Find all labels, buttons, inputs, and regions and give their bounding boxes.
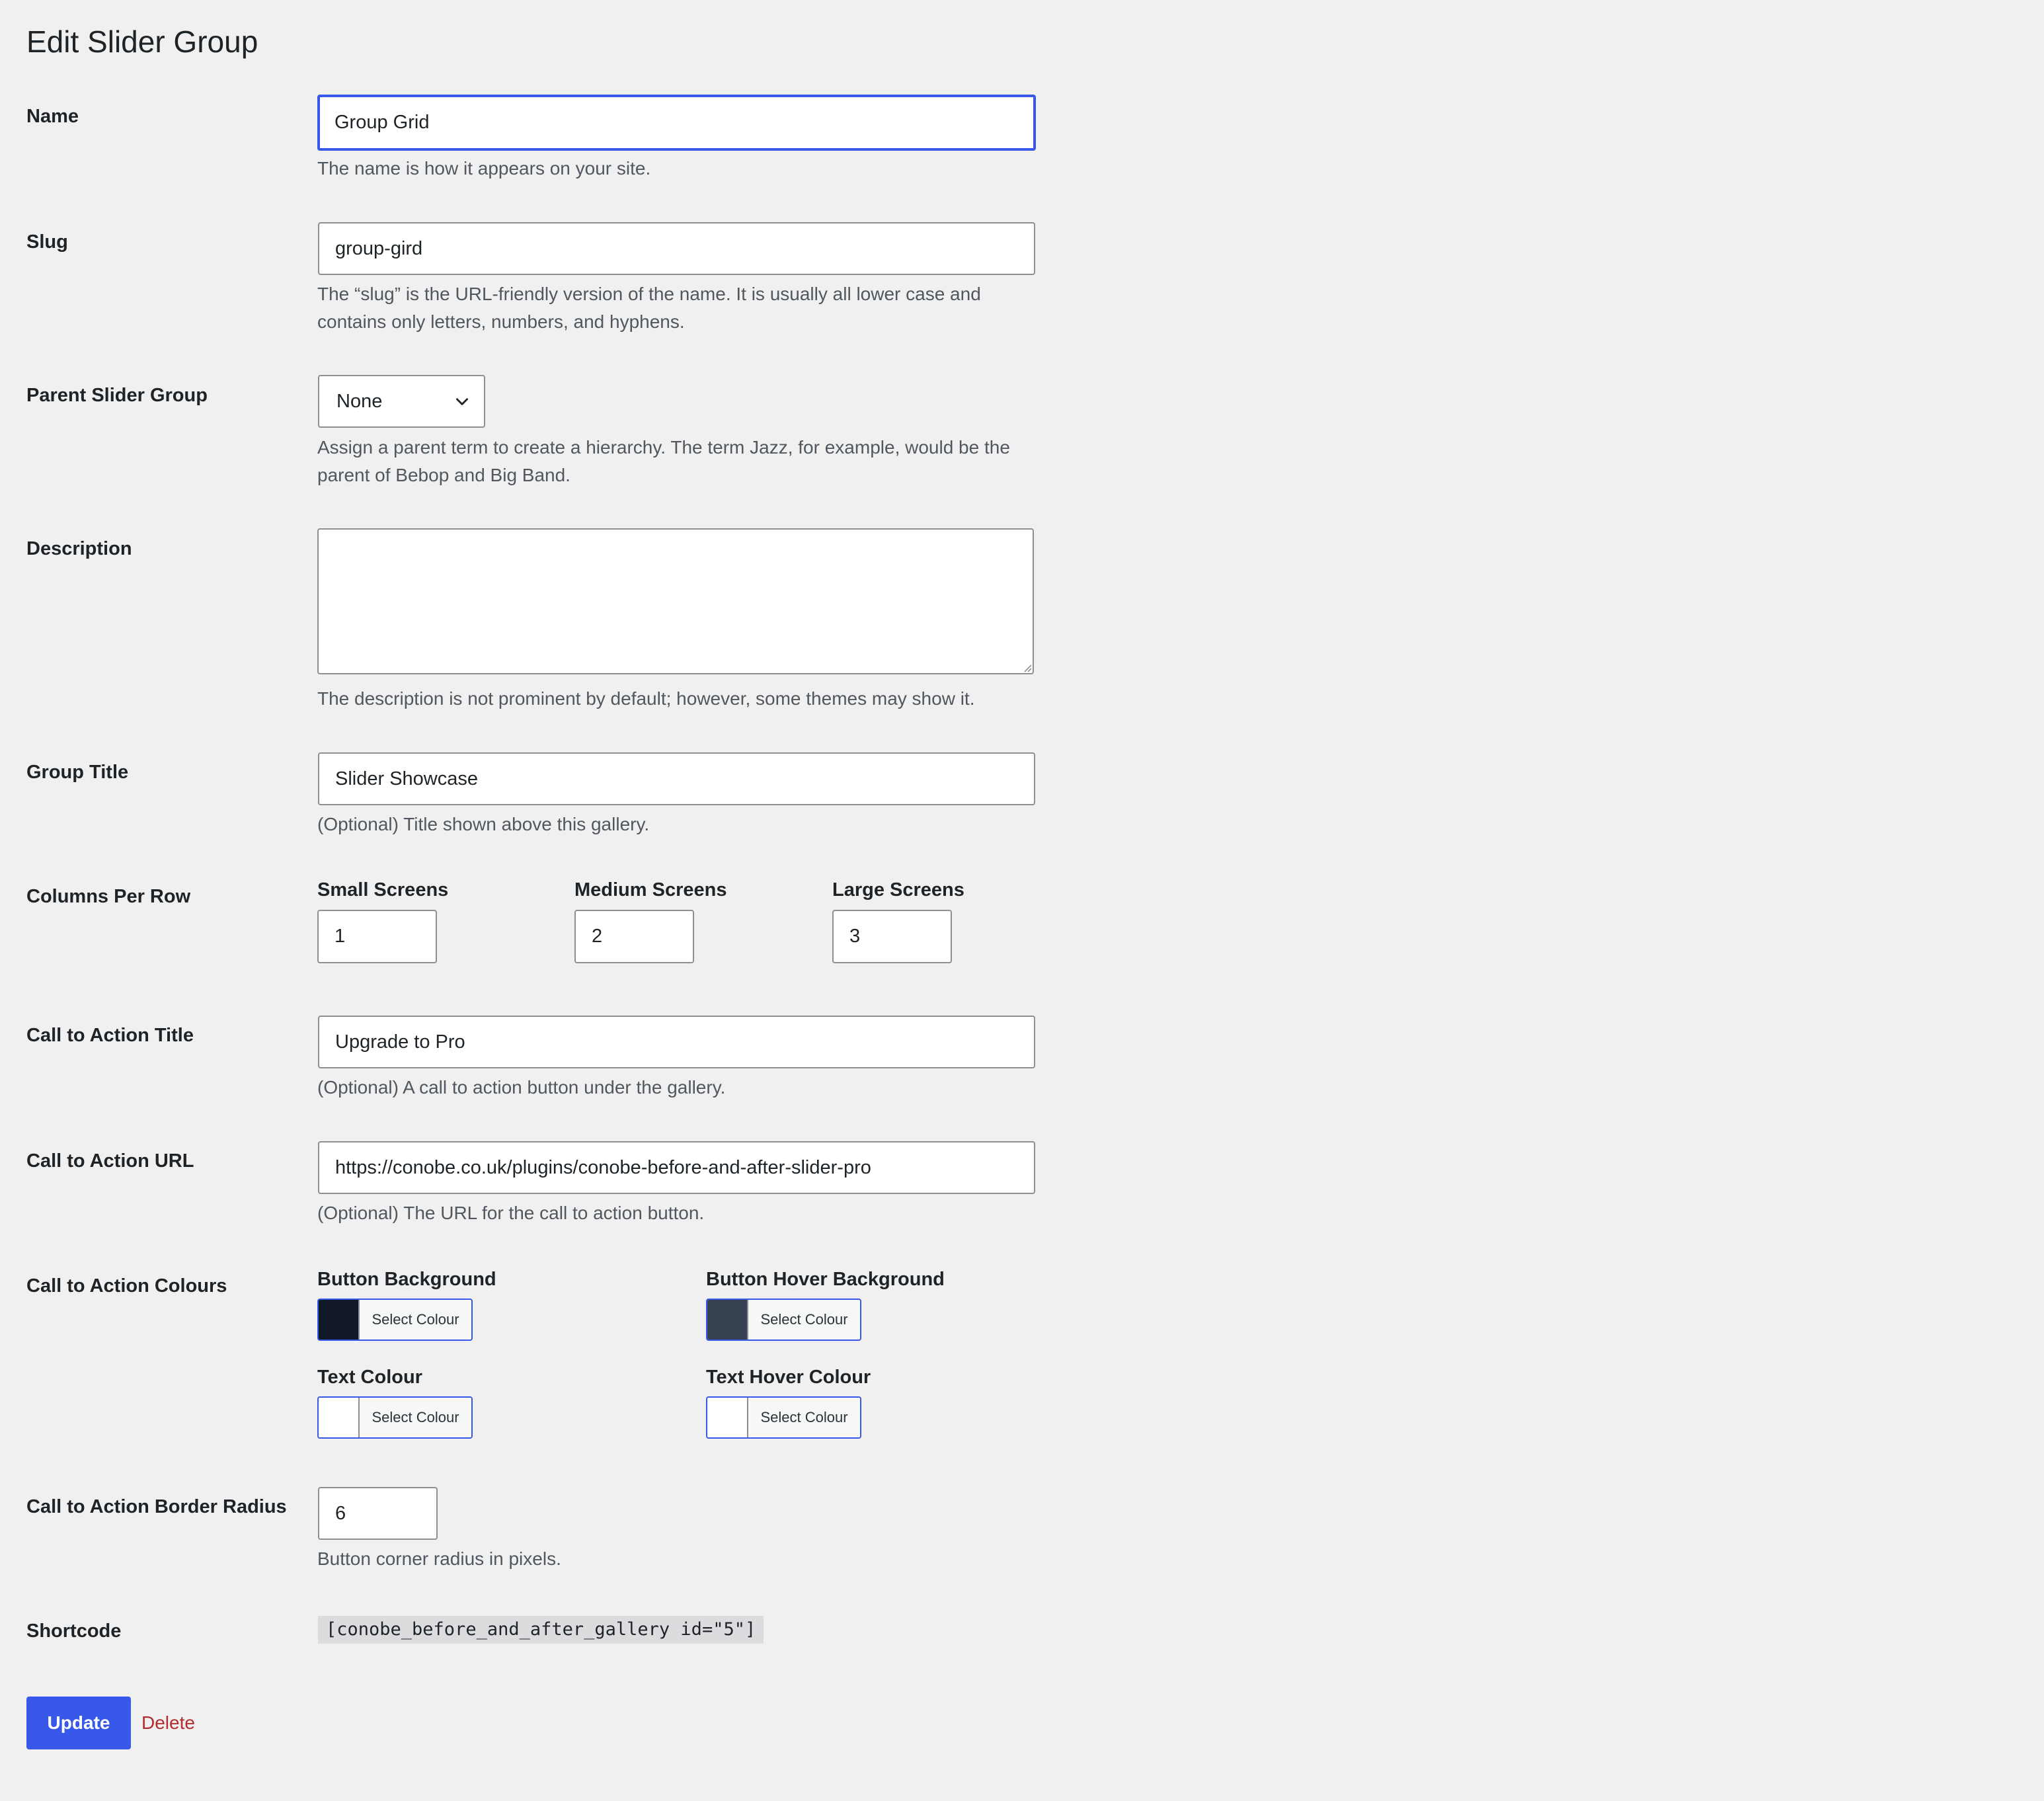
description-textarea-wrapper [317, 528, 1034, 674]
cta-radius-input[interactable] [318, 1487, 438, 1540]
cta-radius-label: Call to Action Border Radius [26, 1496, 287, 1517]
button-background-picker[interactable]: Select Colour [317, 1299, 473, 1341]
button-hover-background-swatch [707, 1300, 748, 1340]
group-title-label: Group Title [26, 762, 129, 783]
medium-screens-label: Medium Screens [574, 879, 727, 900]
cta-colours-label: Call to Action Colours [26, 1275, 227, 1297]
large-screens-label: Large Screens [832, 879, 964, 900]
text-colour-label: Text Colour [317, 1367, 422, 1388]
page-title: Edit Slider Group [26, 24, 258, 59]
name-label: Name [26, 106, 79, 127]
button-hover-background-label: Button Hover Background [706, 1269, 945, 1290]
text-hover-colour-select-label: Select Colour [748, 1398, 860, 1437]
update-button[interactable]: Update [26, 1697, 131, 1749]
cta-url-label: Call to Action URL [26, 1150, 194, 1172]
text-colour-picker[interactable]: Select Colour [317, 1396, 473, 1439]
cta-url-description: (Optional) The URL for the call to actio… [317, 1203, 705, 1223]
description-label: Description [26, 538, 132, 559]
delete-link[interactable]: Delete [141, 1711, 195, 1735]
slug-input[interactable] [318, 222, 1035, 275]
large-screens-input[interactable] [832, 910, 952, 963]
button-hover-background-select-label: Select Colour [748, 1300, 860, 1340]
text-hover-colour-picker[interactable]: Select Colour [706, 1396, 861, 1439]
small-screens-label: Small Screens [317, 879, 449, 900]
description-textarea[interactable] [317, 528, 1034, 674]
parent-description: Assign a parent term to create a hierarc… [317, 437, 1010, 485]
text-colour-select-label: Select Colour [360, 1398, 471, 1437]
button-background-label: Button Background [317, 1269, 496, 1290]
resize-grip-icon[interactable] [1021, 661, 1033, 673]
chevron-down-icon [456, 398, 468, 405]
name-description: The name is how it appears on your site. [317, 158, 651, 179]
shortcode-label: Shortcode [26, 1621, 122, 1642]
medium-screens-input[interactable] [574, 910, 694, 963]
parent-label: Parent Slider Group [26, 385, 208, 406]
name-input[interactable] [317, 95, 1036, 151]
small-screens-input[interactable] [317, 910, 437, 963]
button-hover-background-picker[interactable]: Select Colour [706, 1299, 861, 1341]
parent-select[interactable]: None [318, 375, 485, 428]
group-title-description: (Optional) Title shown above this galler… [317, 814, 650, 834]
cta-radius-description: Button corner radius in pixels. [317, 1548, 561, 1569]
shortcode-value[interactable]: [conobe_before_and_after_gallery id="5"] [318, 1616, 764, 1644]
text-hover-colour-swatch [707, 1398, 748, 1437]
cta-url-input[interactable] [318, 1141, 1035, 1194]
group-title-input[interactable] [318, 752, 1035, 805]
cta-title-input[interactable] [318, 1016, 1035, 1068]
cta-title-description: (Optional) A call to action button under… [317, 1077, 726, 1098]
slug-description: The “slug” is the URL-friendly version o… [317, 284, 981, 332]
button-background-swatch [319, 1300, 360, 1340]
cta-title-label: Call to Action Title [26, 1025, 194, 1046]
slug-label: Slug [26, 231, 68, 253]
description-help: The description is not prominent by defa… [317, 688, 975, 709]
edit-slider-group-page: Edit Slider Group Name The name is how i… [0, 0, 2044, 1801]
button-background-select-label: Select Colour [360, 1300, 471, 1340]
text-colour-swatch [319, 1398, 360, 1437]
columns-label: Columns Per Row [26, 886, 191, 907]
text-hover-colour-label: Text Hover Colour [706, 1367, 871, 1388]
parent-select-value: None [336, 390, 383, 412]
